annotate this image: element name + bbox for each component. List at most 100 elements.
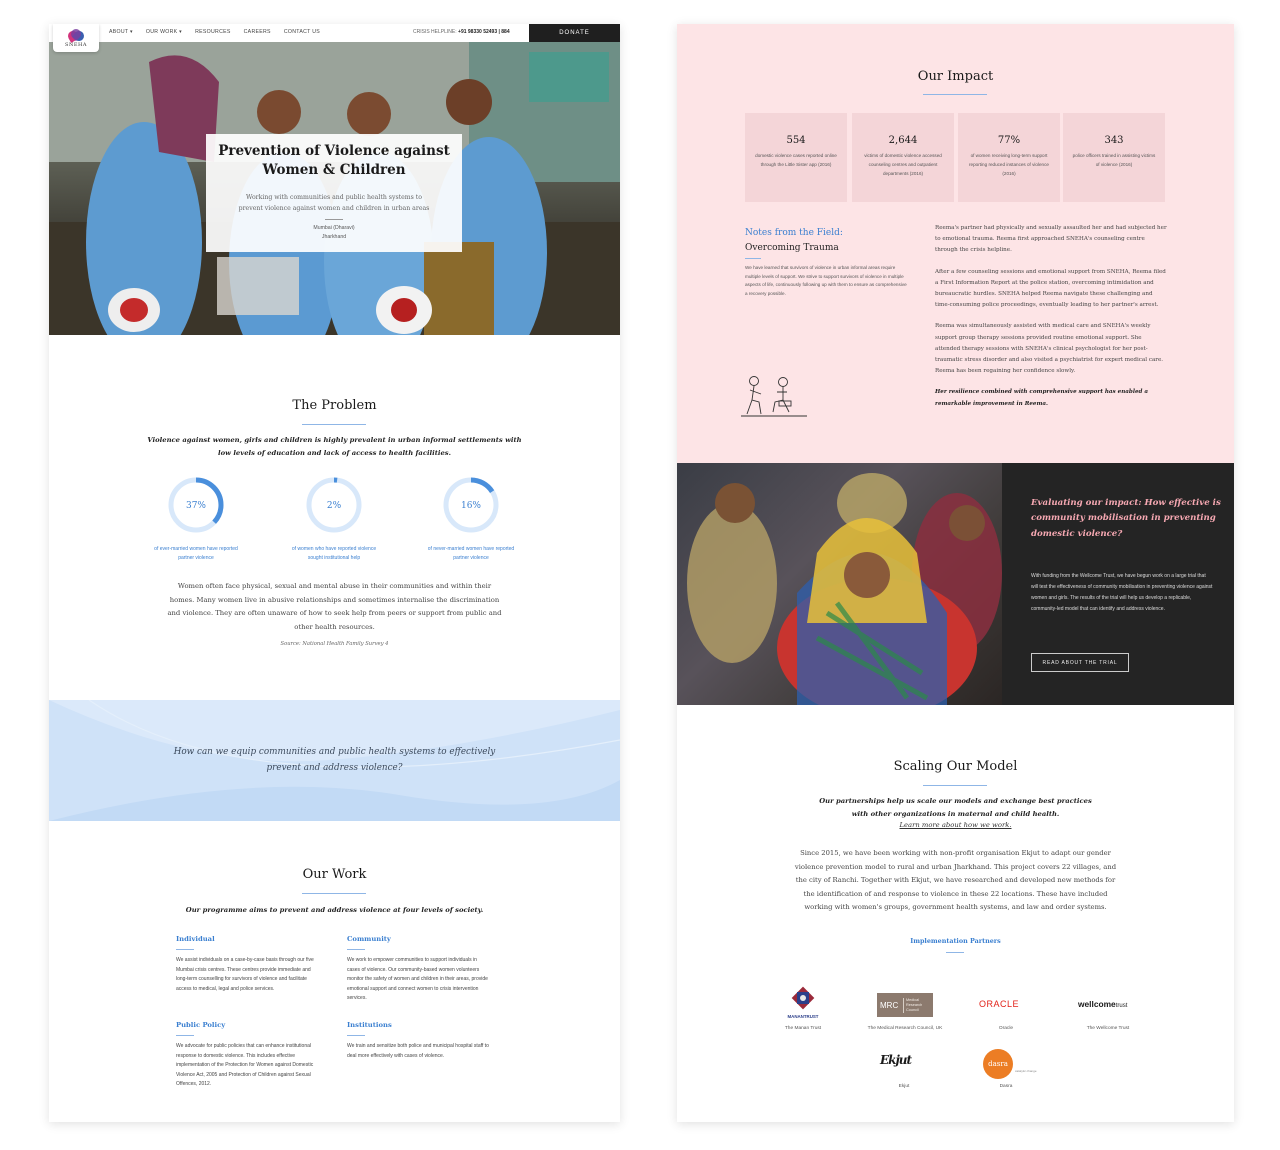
nav-contact-us[interactable]: CONTACT US (284, 29, 320, 35)
impact-stat-1-desc: domestic violence cases reported online … (755, 153, 837, 167)
hero-location-2: Jharkhand (321, 234, 347, 240)
crisis-helpline: CRISIS HELPLINE: +91 98330 52493 | 884 (413, 29, 510, 35)
problem-body: Women often face physical, sexual and me… (167, 582, 502, 631)
stat-label-2-line1: of women who have reported violence (291, 546, 377, 552)
stat-label-1: of ever-married women have reported part… (141, 545, 251, 563)
notes-underline (745, 258, 761, 259)
reema-story: Reema's partner had physically and sexua… (935, 223, 1167, 420)
impact-stat-3-desc: of women receiving long-term support rep… (969, 153, 1049, 176)
impact-stat-4-value: 343 (1104, 135, 1124, 146)
impact-section: Our Impact 554 domestic violence cases r… (677, 24, 1234, 463)
hero-title-line2: Women & Children (262, 162, 406, 178)
problem-lead: Violence against women, girls and childr… (49, 434, 620, 460)
work-individual-title: Individual (176, 935, 215, 943)
work-community-line (347, 949, 365, 950)
banner-line1: How can we equip communities and public … (173, 747, 496, 757)
story-paragraph-1: Reema's partner had physically and sexua… (935, 225, 1167, 254)
partner-name-ekjut: Ekjut (898, 1084, 910, 1089)
impact-stat-4: 343 police officers trained in assisting… (1063, 113, 1165, 202)
hero-title: Prevention of Violence against Women & C… (206, 142, 462, 180)
top-nav: SNEHA ABOUT ▾ OUR WORK ▾ RESOURCES CAREE… (49, 24, 620, 52)
lotus-icon (66, 26, 87, 43)
work-institutions-line (347, 1035, 365, 1036)
right-page: Our Impact 554 domestic violence cases r… (677, 24, 1234, 1122)
work-lead: Our programme aims to prevent and addres… (185, 906, 484, 914)
work-policy-text: We advocate for public policies that can… (176, 1043, 314, 1088)
donut-value-3: 16% (461, 501, 481, 511)
partner-name-dasra: Dasra (999, 1084, 1013, 1089)
partner-name-manan: The Manan Trust (784, 1026, 822, 1031)
dasra-logo-text: dasra (988, 1060, 1008, 1068)
donate-button[interactable]: DONATE (529, 24, 620, 42)
work-policy-title: Public Policy (176, 1021, 226, 1029)
mrc-logo-text: MRC (880, 1000, 899, 1010)
story-paragraph-2: After a few counseling sessions and emot… (935, 268, 1166, 309)
counseling-illustration-icon (741, 376, 807, 417)
partner-name-wellcome: The Wellcome Trust (1086, 1026, 1130, 1031)
mrc-logo[interactable]: MRC Medical Research Council (877, 993, 933, 1017)
banner-line2: prevent and address violence? (266, 763, 403, 773)
learn-more-link[interactable]: Learn more about how we work. (677, 821, 1234, 829)
problem-lead-line2: low levels of education and lack of acce… (218, 449, 451, 457)
read-about-trial-button[interactable]: READ ABOUT THE TRIAL (1031, 653, 1129, 672)
impact-stat-1-value: 554 (786, 135, 806, 146)
notes-title-blue: Notes from the Field: (745, 228, 843, 238)
wellcome-logo-text: wellcome (1078, 999, 1116, 1009)
impact-stat-2-desc: victims of domestic violence accessed co… (864, 153, 942, 176)
donut-value-1: 37% (186, 501, 206, 511)
donut-value-2: 2% (327, 501, 342, 511)
donut-stat-2: 2% (306, 477, 362, 533)
ekjut-logo[interactable]: Ekjut (880, 1053, 912, 1067)
nav-resources[interactable]: RESOURCES (195, 29, 231, 35)
left-page: SNEHA ABOUT ▾ OUR WORK ▾ RESOURCES CAREE… (49, 24, 620, 1122)
notes-text: We have learned that survivors of violen… (745, 265, 907, 296)
stat-label-2-line2: sought institutional help (307, 555, 361, 561)
impact-title: Our Impact (917, 69, 994, 84)
women-group-photo (687, 473, 1002, 705)
nav-about[interactable]: ABOUT ▾ (109, 29, 133, 35)
scaling-title: Scaling Our Model (893, 759, 1018, 774)
hero-subtitle: Working with communities and public heal… (238, 194, 430, 212)
partners-heading: Implementation Partners (910, 937, 1001, 945)
nav-careers[interactable]: CAREERS (244, 29, 271, 35)
hero-section: Prevention of Violence against Women & C… (49, 42, 620, 335)
story-quote: Her resilience combined with comprehensi… (935, 389, 1148, 407)
manan-flower-icon (791, 986, 815, 1010)
nav-our-work[interactable]: OUR WORK ▾ (146, 29, 182, 35)
problem-lead-line1: Violence against women, girls and childr… (147, 436, 522, 444)
work-institutions-text: We train and sensitize both police and m… (347, 1043, 489, 1059)
work-institutions-title: Institutions (347, 1021, 392, 1029)
work-underline (302, 893, 366, 894)
scaling-underline (923, 785, 987, 786)
scaling-body: Since 2015, we have been working with no… (794, 849, 1117, 911)
sneha-logo[interactable]: SNEHA (53, 24, 99, 52)
work-policy-line (176, 1035, 194, 1036)
impact-stat-4-desc: police officers trained in assisting vic… (1072, 153, 1156, 167)
manan-trust-logo[interactable]: MANANTRUST (785, 986, 821, 1020)
stat-label-3: of never-married women have reported par… (416, 545, 526, 563)
evaluation-photo (677, 463, 1002, 705)
oracle-logo[interactable]: ORACLE (979, 999, 1019, 1009)
helpline-number[interactable]: +91 98330 52493 | 884 (458, 29, 510, 35)
banner-question: How can we equip communities and public … (49, 744, 620, 776)
evaluation-text: With funding from the Wellcome Trust, we… (1031, 573, 1213, 612)
impact-stat-1: 554 domestic violence cases reported onl… (745, 113, 847, 202)
evaluation-title: Evaluating our impact: How effective is … (1031, 498, 1221, 539)
stat-label-3-line2: partner violence (453, 555, 489, 561)
dasra-logo[interactable]: dasra (983, 1049, 1013, 1079)
hero-card: Prevention of Violence against Women & C… (206, 134, 462, 252)
evaluation-section: Evaluating our impact: How effective is … (677, 463, 1234, 705)
question-banner: How can we equip communities and public … (49, 700, 620, 821)
hero-title-line1: Prevention of Violence against (218, 143, 450, 159)
work-individual-line (176, 949, 194, 950)
wellcome-logo[interactable]: wellcometrust (1078, 999, 1127, 1009)
impact-stat-3: 77% of women receiving long-term support… (958, 113, 1060, 202)
wellcome-logo-suffix: trust (1115, 1003, 1128, 1009)
donut-stat-3: 16% (443, 477, 499, 533)
helpline-label: CRISIS HELPLINE: (413, 29, 457, 35)
hero-location-1: Mumbai (Dharavi) (313, 225, 355, 231)
scaling-lead-line2: with other organizations in maternal and… (851, 810, 1060, 818)
stat-label-2: of women who have reported violence soug… (279, 545, 389, 563)
work-community-text: We work to empower communities to suppor… (347, 957, 488, 1002)
work-title: Our Work (302, 867, 367, 882)
